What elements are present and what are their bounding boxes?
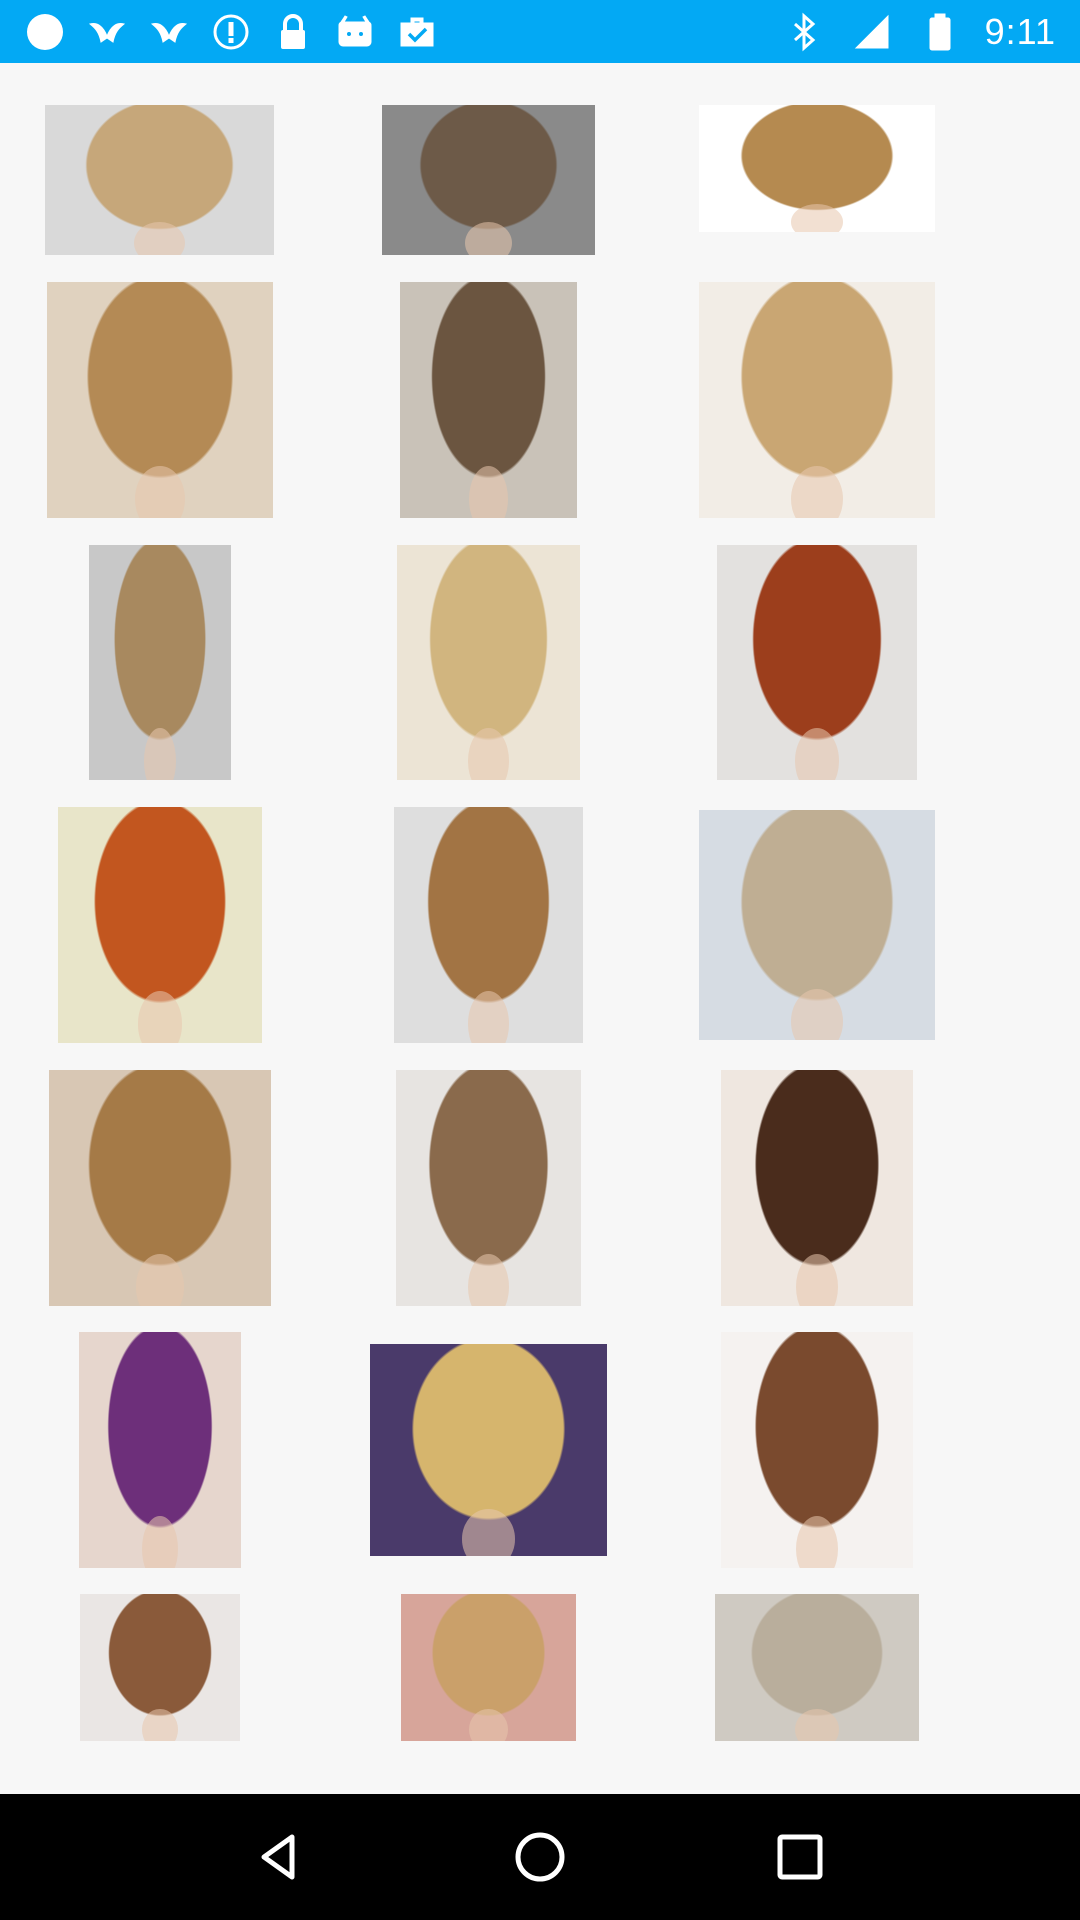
hairstyle-18[interactable] (721, 1332, 913, 1568)
battery-icon (917, 9, 963, 55)
navigation-bar (0, 1794, 1080, 1920)
face-shape (462, 1509, 515, 1556)
hairstyle-9[interactable] (717, 545, 917, 780)
home-icon[interactable] (495, 1812, 585, 1902)
hairstyle-5[interactable] (400, 282, 577, 518)
hairstyle-21[interactable] (715, 1594, 919, 1741)
briefcase-check-icon (394, 9, 440, 55)
hairstyle-7[interactable] (89, 545, 231, 780)
status-left-icons (22, 9, 440, 55)
back-icon[interactable] (235, 1812, 325, 1902)
recents-icon[interactable] (755, 1812, 845, 1902)
hairstyle-gallery (0, 63, 1080, 1794)
hairstyle-17[interactable] (370, 1344, 607, 1556)
hairstyle-3[interactable] (699, 105, 935, 232)
face-shape (144, 728, 176, 780)
hairstyle-20[interactable] (401, 1594, 576, 1741)
lock-icon (270, 9, 316, 55)
hairstyle-16[interactable] (79, 1332, 241, 1568)
signal-icon (849, 9, 895, 55)
bluetooth-icon (781, 9, 827, 55)
hairstyle-6[interactable] (699, 282, 935, 518)
hairstyle-11[interactable] (394, 807, 583, 1043)
face-shape (465, 222, 512, 255)
hairstyle-13[interactable] (49, 1070, 271, 1306)
hairstyle-1[interactable] (45, 105, 274, 255)
alert-icon (208, 9, 254, 55)
android-icon (332, 9, 378, 55)
hairstyle-14[interactable] (396, 1070, 581, 1306)
hairstyle-10[interactable] (58, 807, 262, 1043)
hairstyle-12[interactable] (699, 810, 935, 1040)
hairstyle-19[interactable] (80, 1594, 240, 1741)
hairstyle-2[interactable] (382, 105, 595, 255)
hairstyle-8[interactable] (397, 545, 580, 780)
face-shape (468, 728, 509, 780)
bird-icon (84, 9, 130, 55)
face-shape (134, 222, 185, 255)
status-right-icons: 9:11 (781, 9, 1056, 55)
status-bar: 9:11 (0, 0, 1080, 63)
hairstyle-4[interactable] (47, 282, 273, 518)
circle-icon (22, 9, 68, 55)
bird-icon (146, 9, 192, 55)
face-shape (142, 1708, 178, 1741)
face-shape (791, 204, 843, 232)
hairstyle-15[interactable] (721, 1070, 913, 1306)
status-time: 9:11 (984, 10, 1056, 52)
